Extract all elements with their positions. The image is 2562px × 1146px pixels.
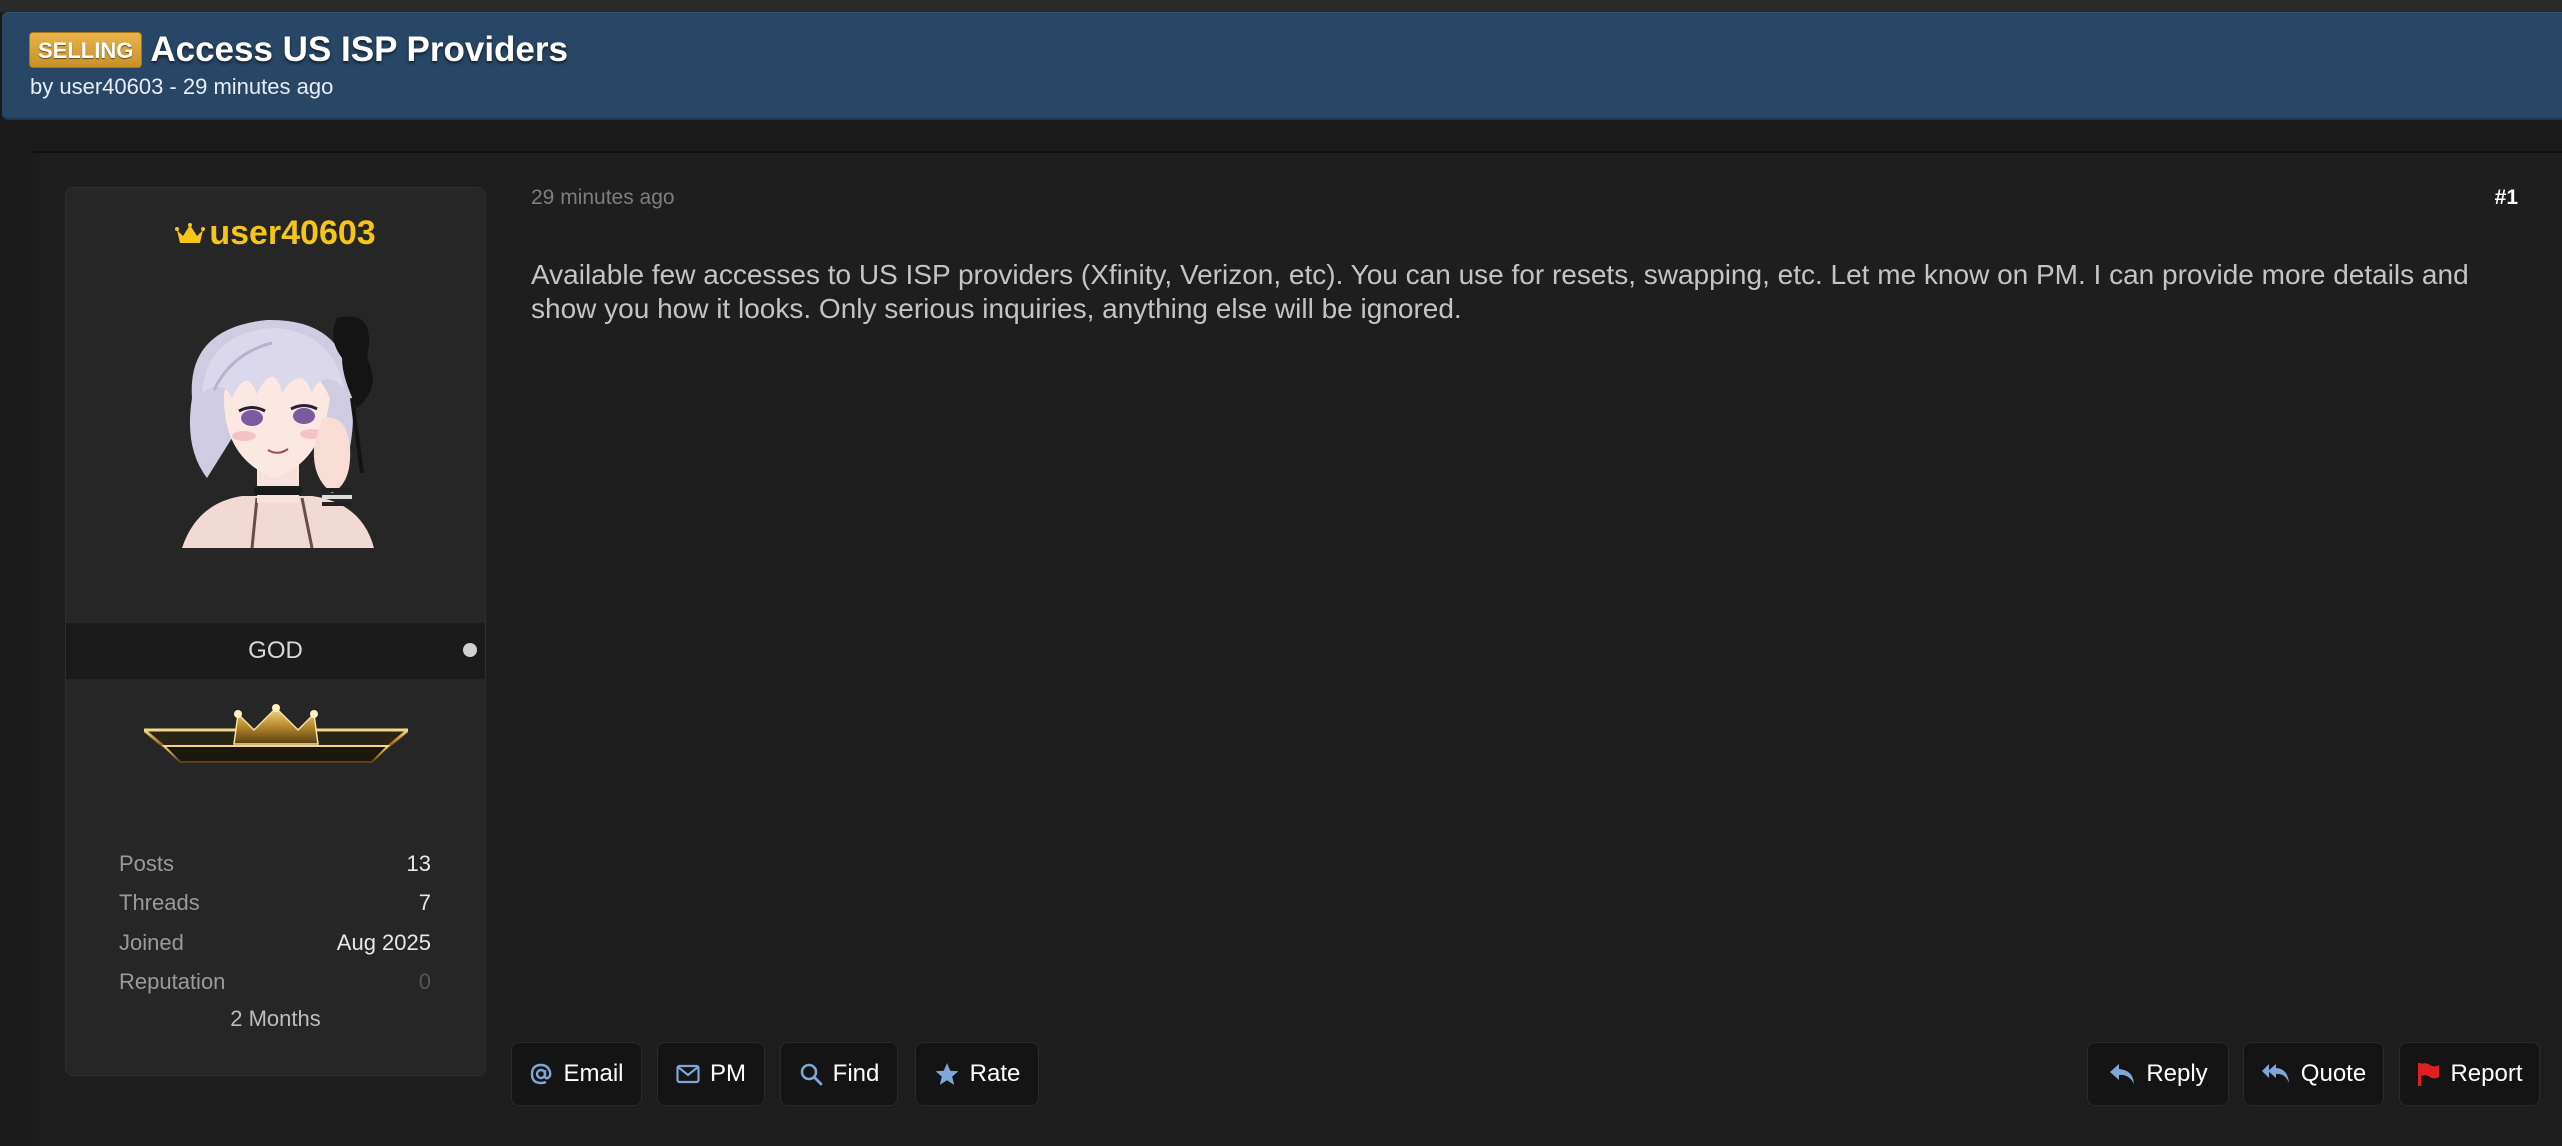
stat-reputation: Reputation 0 bbox=[119, 963, 431, 1003]
thread-header: SELLING Access US ISP Providers by user4… bbox=[2, 12, 2562, 120]
email-button-label: Email bbox=[563, 1060, 624, 1087]
rate-button[interactable]: Rate bbox=[915, 1042, 1039, 1106]
envelope-icon bbox=[676, 1064, 700, 1084]
stat-value: 0 bbox=[418, 969, 431, 995]
rank-bar: GOD bbox=[66, 623, 485, 679]
stat-value: 13 bbox=[406, 850, 431, 876]
rate-button-label: Rate bbox=[969, 1060, 1021, 1087]
report-button-label: Report bbox=[2450, 1060, 2523, 1087]
rank-label: GOD bbox=[248, 637, 303, 664]
online-status-dot bbox=[463, 643, 477, 657]
stat-label: Reputation bbox=[119, 969, 226, 995]
reply-icon bbox=[2108, 1062, 2136, 1086]
stat-posts: Posts 13 bbox=[119, 844, 431, 884]
stat-value: 7 bbox=[418, 890, 431, 916]
top-strip bbox=[0, 0, 2562, 12]
stat-label: Joined bbox=[119, 929, 184, 955]
post-content: Available few accesses to US ISP provide… bbox=[531, 259, 2469, 324]
reply-button-label: Reply bbox=[2146, 1060, 2208, 1087]
search-icon bbox=[799, 1062, 823, 1086]
username-link[interactable]: user40603 bbox=[209, 214, 375, 253]
reply-all-icon bbox=[2261, 1062, 2291, 1086]
find-button[interactable]: Find bbox=[780, 1042, 898, 1106]
stat-threads: Threads 7 bbox=[119, 884, 431, 924]
user-stats: Posts 13 Threads 7 Joined Aug 2025 Reput… bbox=[119, 844, 431, 1002]
quote-button[interactable]: Quote bbox=[2243, 1042, 2384, 1106]
username-row: user40603 bbox=[66, 214, 485, 253]
thread-title: Access US ISP Providers bbox=[150, 30, 568, 69]
post-left-edge bbox=[0, 151, 33, 1146]
post-timestamp: 29 minutes ago bbox=[531, 186, 675, 209]
quote-button-label: Quote bbox=[2300, 1060, 2367, 1087]
pm-button[interactable]: PM bbox=[657, 1042, 765, 1106]
report-button[interactable]: Report bbox=[2399, 1042, 2540, 1106]
flag-icon bbox=[2416, 1061, 2440, 1087]
star-icon bbox=[934, 1061, 960, 1087]
find-button-label: Find bbox=[832, 1060, 880, 1087]
user-avatar[interactable] bbox=[162, 298, 392, 548]
crown-icon bbox=[175, 222, 206, 243]
post-number-link[interactable]: #1 bbox=[2495, 186, 2518, 210]
reply-button[interactable]: Reply bbox=[2087, 1042, 2229, 1106]
rank-insignia-image bbox=[144, 704, 408, 763]
stat-joined: Joined Aug 2025 bbox=[119, 923, 431, 963]
user-card: user40603 GOD Posts 13 Threads 7 Joined … bbox=[65, 187, 486, 1076]
thread-title-row: SELLING Access US ISP Providers bbox=[29, 30, 568, 70]
stat-label: Posts bbox=[119, 850, 175, 876]
email-button[interactable]: Email bbox=[511, 1042, 642, 1106]
selling-prefix-badge[interactable]: SELLING bbox=[29, 32, 143, 68]
at-icon bbox=[529, 1062, 553, 1086]
pm-button-label: PM bbox=[710, 1060, 746, 1087]
stat-label: Threads bbox=[119, 890, 200, 916]
stat-value: Aug 2025 bbox=[336, 929, 431, 955]
membership-duration: 2 Months bbox=[230, 1006, 321, 1031]
thread-byline: by user40603 - 29 minutes ago bbox=[30, 74, 334, 99]
